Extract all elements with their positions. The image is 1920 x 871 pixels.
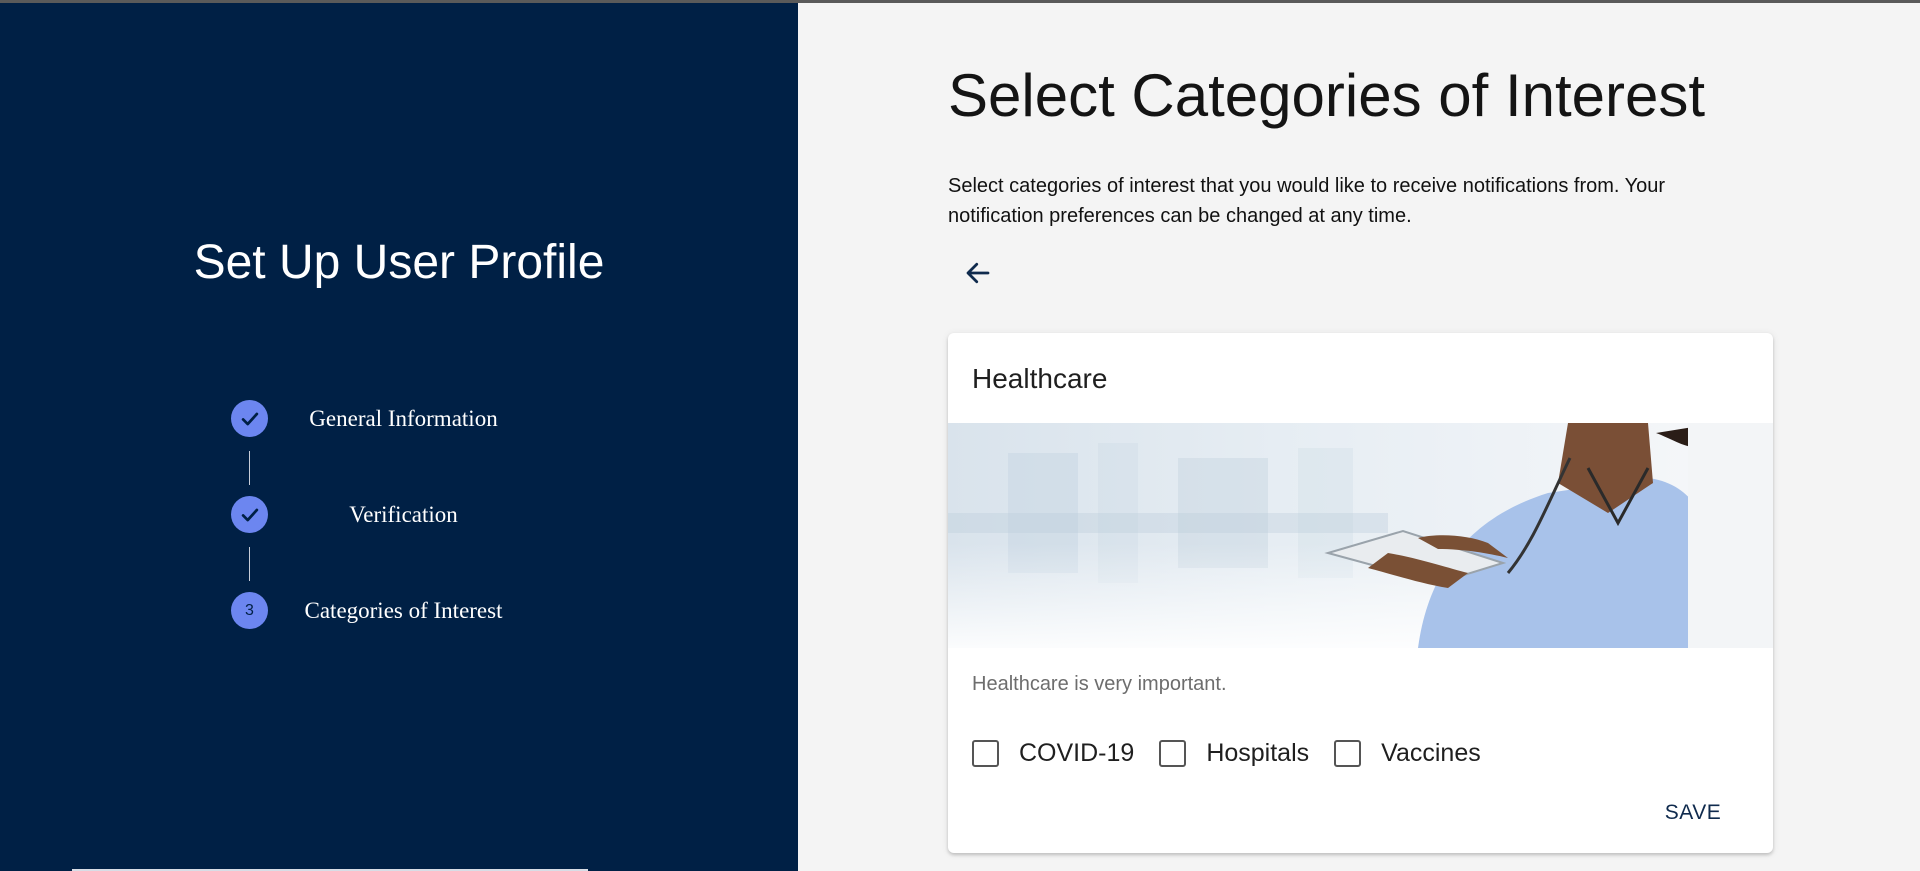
- step-complete-indicator: [231, 496, 268, 533]
- page-title: Select Categories of Interest: [948, 62, 1706, 129]
- step-connector: [249, 547, 250, 581]
- step-general-information[interactable]: General Information: [231, 400, 571, 438]
- check-icon: [241, 508, 258, 521]
- hospitals-checkbox[interactable]: [1159, 739, 1187, 767]
- healthcare-category-card: Healthcare Healthcare is very important.…: [948, 333, 1773, 853]
- check-icon: [241, 412, 258, 425]
- card-description: Healthcare is very important.: [972, 673, 1227, 695]
- page-description: Select categories of interest that you w…: [948, 175, 1666, 227]
- save-button[interactable]: SAVE: [1648, 793, 1738, 833]
- step-complete-indicator: [231, 400, 268, 437]
- option-hospitals[interactable]: Hospitals: [1159, 739, 1309, 768]
- healthcare-worker-illustration: [948, 423, 1773, 648]
- covid-19-checkbox[interactable]: [972, 739, 999, 767]
- option-vaccines[interactable]: Vaccines: [1334, 739, 1481, 768]
- back-button[interactable]: [953, 248, 1003, 298]
- step-connector: [249, 451, 250, 485]
- option-label: Hospitals: [1206, 738, 1310, 767]
- step-categories-of-interest[interactable]: 3 Categories of Interest: [231, 592, 571, 630]
- option-label: Vaccines: [1381, 738, 1481, 767]
- step-label: Verification: [349, 502, 458, 527]
- step-number-indicator: 3: [231, 592, 268, 629]
- step-verification[interactable]: Verification: [231, 496, 571, 534]
- profile-setup-sidebar: Set Up User Profile General Information …: [0, 3, 798, 871]
- arrow-left-icon: [966, 262, 990, 284]
- option-covid-19[interactable]: COVID-19: [972, 739, 1134, 768]
- healthcare-image: [948, 423, 1773, 648]
- option-label: COVID-19: [1019, 738, 1135, 767]
- step-label: General Information: [309, 406, 498, 431]
- sidebar-title: Set Up User Profile: [193, 236, 605, 289]
- step-label: Categories of Interest: [304, 598, 503, 623]
- category-options: COVID-19 Hospitals Vaccines: [972, 735, 1506, 771]
- vaccines-checkbox[interactable]: [1334, 739, 1362, 767]
- main-content: Select Categories of Interest Select cat…: [798, 3, 1920, 871]
- card-title: Healthcare: [972, 363, 1108, 394]
